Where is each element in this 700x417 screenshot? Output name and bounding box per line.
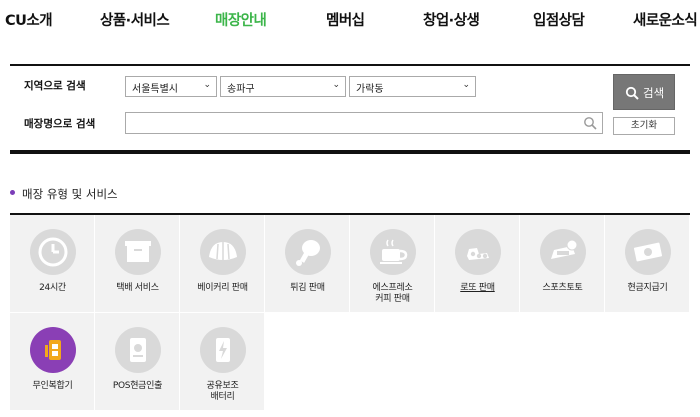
search-button-label: 검색 — [643, 86, 665, 100]
service-toto[interactable]: 스포츠토토 — [520, 215, 605, 313]
search-icon — [625, 86, 639, 100]
nav-store-info[interactable]: 매장안내 — [215, 9, 267, 30]
store-name-input[interactable] — [125, 112, 603, 134]
service-lotto[interactable]: 로또 판매 — [435, 215, 520, 313]
divider — [10, 150, 690, 154]
service-grid: 24시간 택배 서비스 베이커리 판매 튀김 판매 에스프레소 커피 판매 로또… — [10, 215, 690, 415]
service-label: 스포츠토토 — [542, 283, 583, 293]
nav-cu-intro[interactable]: CU소개 — [5, 9, 53, 30]
search-button[interactable]: 검색 — [613, 74, 675, 110]
nav-news[interactable]: 새로운소식 — [633, 9, 698, 30]
service-atm[interactable]: 현금지급기 — [605, 215, 690, 313]
region-search-label: 지역으로 검색 — [24, 80, 86, 92]
service-label: POS현금인출 — [112, 381, 163, 391]
service-label: 택배 서비스 — [116, 283, 159, 293]
service-label: 현금지급기 — [627, 283, 668, 293]
city-select-value: 서울특별시 — [132, 84, 178, 95]
service-label: 에스프레소 커피 판매 — [372, 283, 413, 304]
name-search-label: 매장명으로 검색 — [24, 118, 96, 130]
coffee-cup-icon — [370, 229, 416, 275]
service-24h[interactable]: 24시간 — [10, 215, 95, 313]
store-search-panel: 지역으로 검색 서울특별시 ⌄ 송파구 ⌄ 가락동 ⌄ 매장명으로 검색 검색 … — [10, 64, 690, 154]
croissant-icon — [200, 229, 246, 275]
search-icon[interactable] — [583, 116, 597, 130]
service-label: 베이커리 판매 — [197, 283, 248, 293]
nav-products[interactable]: 상품·서비스 — [100, 9, 170, 30]
top-nav: CU소개 상품·서비스 매장안내 멤버십 창업·상생 입점상담 새로운소식 — [0, 0, 700, 40]
service-battery[interactable]: 공유보조 배터리 — [180, 313, 265, 411]
pos-cash-icon — [115, 327, 161, 373]
service-bakery[interactable]: 베이커리 판매 — [180, 215, 265, 313]
dong-select-value: 가락동 — [356, 84, 384, 95]
service-label: 공유보조 배터리 — [206, 381, 239, 402]
nav-membership[interactable]: 멤버십 — [326, 9, 365, 30]
section-title: 매장 유형 및 서비스 — [22, 187, 118, 201]
service-parcel[interactable]: 택배 서비스 — [95, 215, 180, 313]
battery-icon — [200, 327, 246, 373]
dong-select[interactable]: 가락동 ⌄ — [349, 76, 476, 97]
toto-ball-icon — [540, 229, 586, 275]
kiosk-icon — [30, 327, 76, 373]
service-label: 튀김 판매 — [290, 283, 325, 293]
service-pos-cash[interactable]: POS현금인출 — [95, 313, 180, 411]
reset-button[interactable]: 초기화 — [613, 117, 675, 135]
service-label: 24시간 — [39, 283, 66, 293]
nav-startup[interactable]: 창업·상생 — [423, 9, 480, 30]
service-espresso[interactable]: 에스프레소 커피 판매 — [350, 215, 435, 313]
cash-icon — [625, 229, 671, 275]
chevron-down-icon: ⌄ — [462, 80, 470, 90]
district-select[interactable]: 송파구 ⌄ — [220, 76, 346, 97]
service-label: 무인복합기 — [32, 381, 73, 391]
section-bullet — [10, 190, 15, 195]
chevron-down-icon: ⌄ — [203, 80, 211, 90]
chevron-down-icon: ⌄ — [332, 80, 340, 90]
nav-partnership[interactable]: 입점상담 — [533, 9, 585, 30]
lotto-icon — [455, 229, 501, 275]
service-kiosk[interactable]: 무인복합기 — [10, 313, 95, 411]
city-select[interactable]: 서울특별시 ⌄ — [125, 76, 217, 97]
service-fried[interactable]: 튀김 판매 — [265, 215, 350, 313]
service-label: 로또 판매 — [460, 283, 495, 293]
clock-icon — [30, 229, 76, 275]
district-select-value: 송파구 — [227, 84, 255, 95]
chicken-leg-icon — [285, 229, 331, 275]
parcel-box-icon — [115, 229, 161, 275]
